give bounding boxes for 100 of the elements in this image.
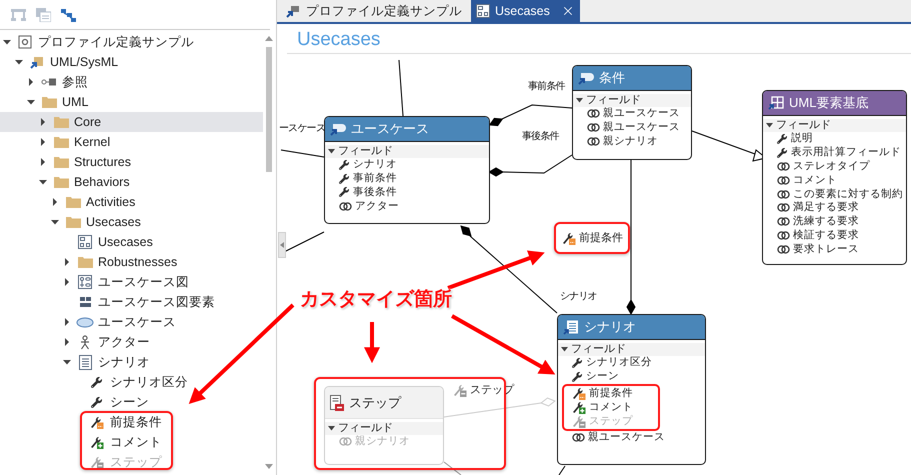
- tree-item[interactable]: Core: [0, 112, 263, 132]
- expand-caret-icon[interactable]: [27, 78, 35, 86]
- expand-caret-icon[interactable]: [63, 258, 71, 266]
- scroll-up-icon[interactable]: [265, 36, 273, 41]
- fields-section-header[interactable]: フィールド: [325, 145, 489, 158]
- fields-heading: フィールド: [338, 422, 393, 435]
- tree-item[interactable]: UML: [0, 92, 263, 112]
- tree-item[interactable]: 前提条件: [0, 412, 263, 432]
- tab[interactable]: Usecases: [471, 0, 580, 22]
- folder-icon: [66, 216, 80, 228]
- tree-item[interactable]: Usecases: [0, 212, 263, 232]
- nodes-icon[interactable]: [61, 8, 76, 22]
- annotation-text: カスタマイズ箇所: [300, 288, 452, 312]
- collapse-caret-icon[interactable]: [39, 178, 47, 186]
- fields-section-header[interactable]: フィールド: [325, 422, 443, 435]
- tree-item[interactable]: Structures: [0, 152, 263, 172]
- class-node[interactable]: ユースケース フィールド シナリオ 事前条件 事後条件 アクター: [324, 116, 490, 224]
- field-item[interactable]: 洗練する要求: [763, 214, 906, 229]
- field-callout[interactable]: 前提条件: [554, 222, 630, 254]
- folder-icon: [78, 256, 92, 268]
- class-node[interactable]: 条件 フィールド 親ユースケース 親ユースケース 親シナリオ: [572, 65, 692, 160]
- tree-item[interactable]: Usecases: [0, 232, 263, 252]
- tree-item[interactable]: Kernel: [0, 132, 263, 152]
- expand-caret-icon[interactable]: [39, 138, 47, 146]
- collapse-caret-icon[interactable]: [328, 149, 335, 154]
- expand-caret-icon[interactable]: [63, 278, 71, 286]
- caret-icon[interactable]: [280, 242, 284, 248]
- field-item[interactable]: 満足する要求: [763, 200, 906, 215]
- tree-item[interactable]: プロファイル定義サンプル: [0, 32, 263, 52]
- diagram-icon: [476, 4, 490, 18]
- tree-item[interactable]: ユースケース: [0, 312, 263, 332]
- field-item[interactable]: この要素に対する制約: [763, 187, 906, 201]
- fields-section-header[interactable]: フィールド: [558, 343, 705, 356]
- link-icon: [777, 217, 790, 226]
- field-item[interactable]: 説明: [763, 132, 906, 146]
- tree-item[interactable]: UML/SysML: [0, 52, 263, 72]
- folder-icon: [54, 176, 68, 188]
- field-item[interactable]: 検証する要求: [763, 228, 906, 242]
- tab[interactable]: プロファイル定義サンプル: [281, 0, 467, 22]
- expand-caret-icon[interactable]: [63, 338, 71, 346]
- tree-item[interactable]: Activities: [0, 192, 263, 212]
- class-icon: [330, 122, 346, 136]
- tree-item[interactable]: シナリオ区分: [0, 372, 263, 392]
- collapse-caret-icon[interactable]: [51, 218, 59, 226]
- collapse-caret-icon[interactable]: [561, 347, 568, 352]
- wrench-icon: [339, 187, 350, 198]
- tree-item[interactable]: シナリオ: [0, 352, 263, 372]
- tree-item[interactable]: 参照: [0, 72, 263, 92]
- node-title: UML要素基底: [789, 94, 868, 112]
- scrollbar-thumb[interactable]: [266, 47, 272, 172]
- collapse-caret-icon[interactable]: [766, 123, 773, 128]
- field-item[interactable]: シナリオ区分: [558, 356, 705, 370]
- collapse-caret-icon[interactable]: [15, 58, 23, 66]
- field-item[interactable]: 親ユースケース: [573, 120, 691, 135]
- document-icon: [78, 354, 92, 370]
- tree-item[interactable]: コメント: [0, 432, 263, 452]
- tree-item[interactable]: Robustnesses: [0, 252, 263, 272]
- tree-item[interactable]: シーン: [0, 392, 263, 412]
- field-item[interactable]: シーン: [558, 370, 705, 384]
- field-item[interactable]: シナリオ: [325, 158, 489, 172]
- field-item[interactable]: 親ユースケース: [558, 430, 705, 445]
- stick-figure-icon: [79, 334, 91, 350]
- fields-section-header[interactable]: フィールド: [573, 94, 691, 107]
- class-node[interactable]: UML要素基底 フィールド 説明 表示用計算フィールド ステレオタイプ コメント この要素に対する制約 満足する要求 洗練する要求 検証する要求 要求トレース: [762, 90, 907, 265]
- link-icon: [777, 244, 790, 254]
- fields-heading: フィールド: [776, 119, 831, 132]
- collapse-caret-icon[interactable]: [63, 358, 71, 366]
- collapse-caret-icon[interactable]: [3, 38, 11, 46]
- field-item[interactable]: 親シナリオ: [573, 134, 691, 148]
- node-title: シナリオ: [584, 318, 636, 336]
- field-item[interactable]: コメント: [763, 173, 906, 188]
- field-item[interactable]: ステレオタイプ: [763, 160, 906, 174]
- panel-collapse-handle[interactable]: [278, 232, 286, 258]
- link-icon: [777, 176, 790, 185]
- tree-item[interactable]: ユースケース図: [0, 272, 263, 292]
- field-item[interactable]: 要求トレース: [763, 242, 906, 256]
- field-item[interactable]: 事後条件: [325, 186, 489, 200]
- tree-item[interactable]: ユースケース図要素: [0, 292, 263, 312]
- field-item[interactable]: 表示用計算フィールド: [763, 146, 906, 160]
- gear-box-icon: [18, 35, 32, 49]
- connector-icon: [41, 77, 57, 87]
- expand-caret-icon[interactable]: [39, 118, 47, 126]
- tree-item[interactable]: アクター: [0, 332, 263, 352]
- connector-line: [284, 232, 324, 252]
- field-item[interactable]: 親ユースケース: [573, 107, 691, 121]
- document-icon: [563, 320, 579, 334]
- collapse-caret-icon[interactable]: [576, 98, 583, 103]
- field-item[interactable]: アクター: [325, 199, 489, 214]
- expand-caret-icon[interactable]: [63, 318, 71, 326]
- diagram-icon: [78, 275, 92, 289]
- wrench-icon: [339, 160, 350, 170]
- scroll-down-icon[interactable]: [265, 464, 273, 469]
- expand-caret-icon[interactable]: [51, 198, 59, 206]
- expand-caret-icon[interactable]: [39, 158, 47, 166]
- fields-heading: フィールド: [586, 94, 641, 107]
- collapse-caret-icon[interactable]: [27, 98, 35, 106]
- field-item[interactable]: 事前条件: [325, 172, 489, 186]
- tree-item[interactable]: Behaviors: [0, 172, 263, 192]
- collapse-caret-icon[interactable]: [328, 426, 335, 431]
- fields-section-header[interactable]: フィールド: [763, 119, 906, 132]
